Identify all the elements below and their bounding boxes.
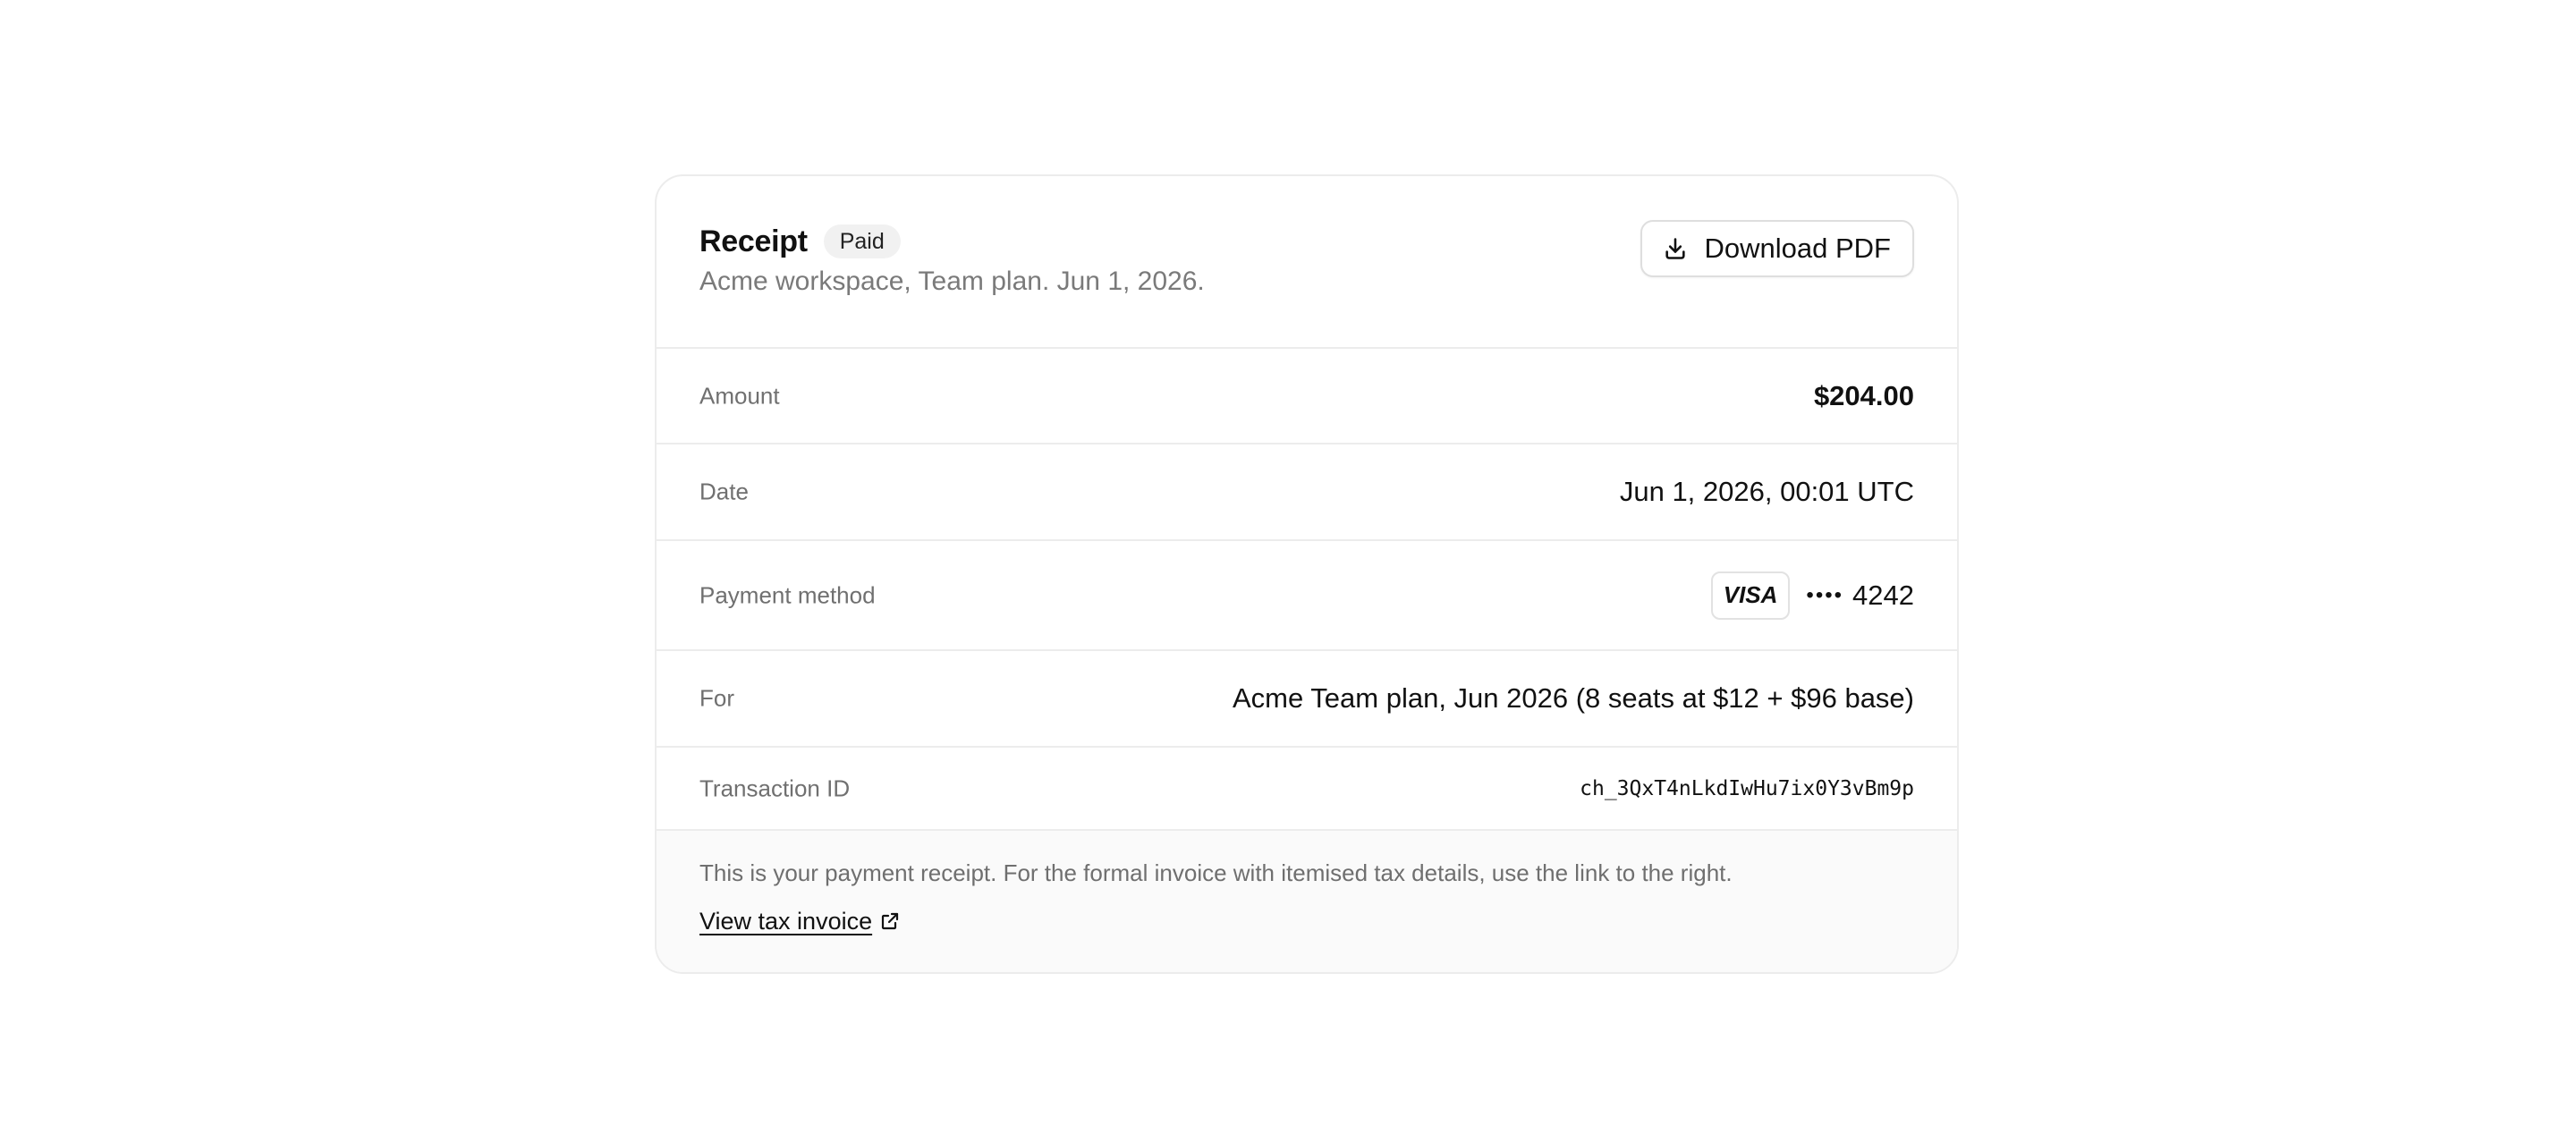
payment-method-value: VISA •••• 4242 bbox=[1710, 571, 1914, 620]
date-value: Jun 1, 2026, 00:01 UTC bbox=[1619, 476, 1914, 507]
masked-card-dots: •••• bbox=[1806, 582, 1844, 607]
visa-card-icon: VISA bbox=[1710, 571, 1791, 620]
detail-row-payment-method: Payment method VISA •••• 4242 bbox=[657, 541, 1957, 651]
title-row: Receipt Paid bbox=[699, 223, 901, 260]
date-label: Date bbox=[699, 478, 749, 505]
detail-row-date: Date Jun 1, 2026, 00:01 UTC bbox=[657, 444, 1957, 541]
view-tax-invoice-label: View tax invoice bbox=[699, 908, 873, 935]
download-icon bbox=[1662, 235, 1689, 262]
external-link-icon bbox=[879, 910, 902, 934]
receipt-card: Receipt Paid Acme workspace, Team plan. … bbox=[655, 174, 1959, 974]
detail-row-transaction-id: Transaction ID ch_3QxT4nLkdIwHu7ix0Y3vBm… bbox=[657, 748, 1957, 831]
for-value: Acme Team plan, Jun 2026 (8 seats at $12… bbox=[1233, 682, 1914, 714]
status-badge: Paid bbox=[823, 224, 901, 258]
transaction-id-value: ch_3QxT4nLkdIwHu7ix0Y3vBm9p bbox=[1580, 776, 1914, 800]
for-label: For bbox=[699, 684, 734, 712]
receipt-header: Receipt Paid Acme workspace, Team plan. … bbox=[657, 176, 1957, 349]
download-pdf-label: Download PDF bbox=[1704, 233, 1891, 264]
payment-method-label: Payment method bbox=[699, 581, 876, 608]
receipt-footer: This is your payment receipt. For the fo… bbox=[657, 831, 1957, 972]
receipt-subtitle: Acme workspace, Team plan. Jun 1, 2026. bbox=[699, 267, 1205, 296]
transaction-id-label: Transaction ID bbox=[699, 774, 851, 801]
page-title: Receipt bbox=[699, 224, 808, 258]
card-last4: 4242 bbox=[1852, 579, 1914, 611]
footer-note: This is your payment receipt. For the fo… bbox=[699, 859, 1733, 886]
view-tax-invoice-link[interactable]: View tax invoice bbox=[699, 908, 902, 935]
download-pdf-button[interactable]: Download PDF bbox=[1640, 220, 1914, 277]
detail-row-amount: Amount $204.00 bbox=[657, 349, 1957, 444]
amount-label: Amount bbox=[699, 382, 780, 409]
detail-row-for: For Acme Team plan, Jun 2026 (8 seats at… bbox=[657, 651, 1957, 748]
amount-value: $204.00 bbox=[1813, 379, 1914, 411]
